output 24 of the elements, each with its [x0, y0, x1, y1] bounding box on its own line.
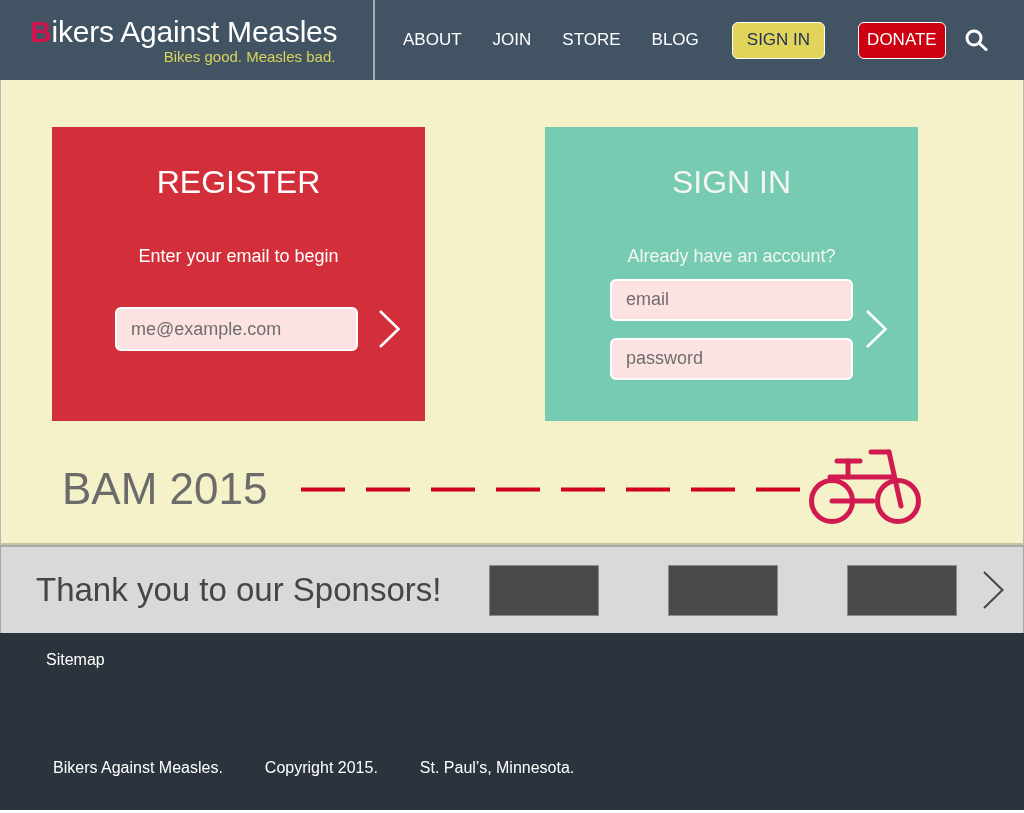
- signin-button[interactable]: SIGN IN: [731, 21, 826, 59]
- search-icon[interactable]: [964, 29, 988, 51]
- input-field[interactable]: password: [610, 337, 853, 380]
- donate-button[interactable]: DONATE: [858, 21, 946, 59]
- card-prompt: Already have an account?: [627, 245, 836, 267]
- sitemap-link[interactable]: Sitemap: [46, 650, 105, 670]
- site-title[interactable]: Bikers Against Measles: [30, 15, 338, 48]
- nav-link[interactable]: JOIN: [492, 30, 532, 50]
- card-title: REGISTER: [156, 163, 321, 202]
- footer-credit: Copyright 2015.: [264, 758, 378, 778]
- tagline: Bikes good. Measles bad.: [163, 48, 336, 65]
- footer-credit: Bikers Against Measles.: [53, 758, 223, 778]
- card-prompt: Enter your email to begin: [138, 245, 339, 267]
- chevron-right-icon[interactable]: [982, 570, 1005, 610]
- nav-link[interactable]: BLOG: [651, 30, 699, 50]
- card-title: SIGN IN: [671, 163, 792, 202]
- bicycle-icon: [809, 448, 922, 527]
- nav-link[interactable]: STORE: [562, 30, 621, 50]
- nav-link[interactable]: ABOUT: [403, 30, 462, 50]
- event-label: BAM 2015: [62, 464, 268, 514]
- input-field[interactable]: me@example.com: [115, 307, 358, 351]
- footer-credit: St. Paul’s, Minnesota.: [419, 758, 575, 778]
- sponsors-heading: Thank you to our Sponsors!: [36, 570, 443, 610]
- input-field[interactable]: email: [610, 278, 853, 321]
